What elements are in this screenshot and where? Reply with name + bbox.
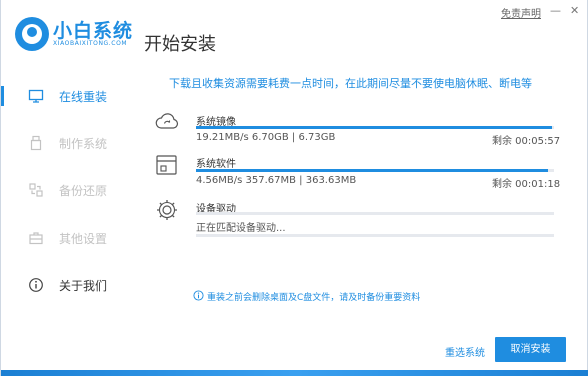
active-indicator xyxy=(1,86,4,106)
task-stats: 正在匹配设备驱动... xyxy=(196,223,286,234)
task-stats: 19.21MB/s 6.70GB | 6.73GB xyxy=(196,132,336,143)
backup-icon xyxy=(29,183,43,197)
close-button[interactable]: ✕ xyxy=(570,5,579,17)
sidebar-item-online-reinstall[interactable]: 在线重装 xyxy=(1,84,131,108)
installer-window: 小白系统 XIAOBAIXITONG.COM 开始安装 免责声明 — ✕ 在线重… xyxy=(0,0,588,376)
sidebar-item-make-system[interactable]: 制作系统 xyxy=(1,131,131,155)
gear-icon xyxy=(157,200,177,220)
info-icon xyxy=(29,278,43,292)
page-title: 开始安装 xyxy=(144,34,216,55)
software-box-icon xyxy=(156,155,177,175)
disclaimer-link[interactable]: 免责声明 xyxy=(501,5,541,20)
sidebar-item-label: 备份还原 xyxy=(59,184,108,198)
brand-name: 小白系统 xyxy=(53,20,134,42)
sidebar-item-label: 在线重装 xyxy=(59,90,108,104)
sidebar-item-label: 关于我们 xyxy=(59,279,108,293)
warning-text: 重装之前会删除桌面及C盘文件，请及时备份重要资料 xyxy=(207,293,421,303)
usb-icon xyxy=(30,135,42,151)
sidebar-item-label: 制作系统 xyxy=(59,137,108,151)
task-progress-track xyxy=(196,212,554,215)
reselect-system-button[interactable]: 重选系统 xyxy=(445,344,485,359)
brand-url: XIAOBAIXITONG.COM xyxy=(53,40,128,47)
task-progress-fill xyxy=(196,126,553,129)
task-stats: 4.56MB/s 357.67MB | 363.63MB xyxy=(196,175,357,186)
sidebar-item-backup-restore[interactable]: 备份还原 xyxy=(1,178,131,202)
driver-divider xyxy=(196,234,554,237)
task-progress-track xyxy=(196,169,554,172)
task-remaining: 剩余 00:01:18 xyxy=(492,179,561,190)
window-bottom-edge xyxy=(1,370,588,376)
monitor-icon xyxy=(28,89,44,103)
toolbox-icon xyxy=(29,232,43,245)
task-name: 系统软件 xyxy=(196,159,236,170)
logo-dot xyxy=(27,27,37,37)
cloud-sync-icon xyxy=(155,113,179,129)
notice-text: 下载且收集资源需要耗费一点时间，在此期间尽量不要使电脑休眠、断电等 xyxy=(169,77,532,90)
cancel-install-button[interactable]: 取消安装 xyxy=(495,337,566,362)
warning-info-icon xyxy=(193,290,204,301)
sidebar-item-other-settings[interactable]: 其他设置 xyxy=(1,226,131,250)
sidebar-item-about-us[interactable]: 关于我们 xyxy=(1,273,131,297)
task-remaining: 剩余 00:05:57 xyxy=(492,136,561,147)
task-progress-track xyxy=(196,126,554,129)
minimize-button[interactable]: — xyxy=(550,5,561,17)
sidebar-item-label: 其他设置 xyxy=(59,232,108,246)
task-progress-fill xyxy=(196,169,549,172)
